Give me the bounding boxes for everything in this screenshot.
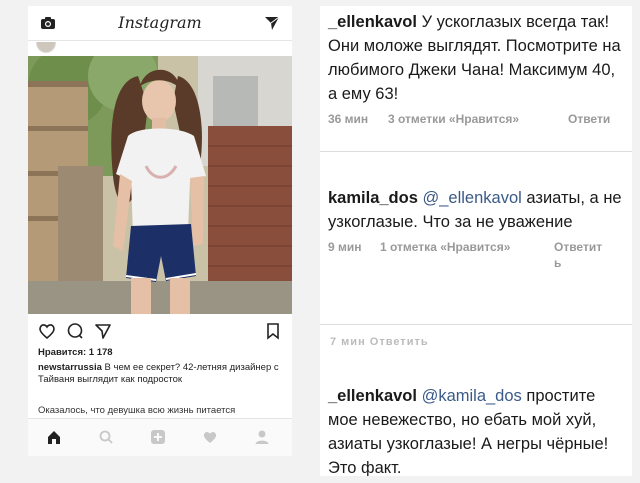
comment-likes[interactable]: 1 отметка «Нравится»	[380, 240, 510, 254]
comment-mention[interactable]: @_ellenkavol	[422, 189, 521, 207]
comment: kamila_dos @_ellenkavol азиаты, а не узк…	[328, 186, 624, 270]
comment-time: 36 мин	[328, 112, 369, 126]
likes-count[interactable]: Нравится: 1 178	[38, 347, 113, 358]
search-icon[interactable]	[98, 429, 114, 445]
instagram-post-screenshot: Instagram Нравится: 1 178 newstarrussia …	[28, 6, 292, 456]
comment-mention[interactable]: @kamila_dos	[422, 387, 522, 405]
comment-text: _ellenkavol У ускоглазых всегда так! Они…	[328, 10, 624, 106]
home-icon[interactable]	[46, 429, 62, 445]
top-bar: Instagram	[28, 6, 292, 41]
comment-meta: 9 мин 1 отметка «Нравится» Ответит ь	[328, 240, 624, 270]
comment: _ellenkavol @kamila_dos простите мое нев…	[328, 384, 624, 476]
comment-text: _ellenkavol @kamila_dos простите мое нев…	[328, 384, 624, 476]
caption-continuation: Оказалось, что девушка всю жизнь питаетс…	[38, 405, 236, 416]
reply-button[interactable]: Ответит	[554, 240, 602, 254]
divider	[320, 324, 632, 325]
comment-username[interactable]: kamila_dos	[328, 189, 418, 207]
heart-icon[interactable]	[38, 322, 56, 340]
comment-username[interactable]: _ellenkavol	[328, 387, 417, 405]
direct-send-icon[interactable]	[264, 15, 280, 31]
comment-likes[interactable]: 3 отметки «Нравится»	[388, 112, 519, 126]
share-icon[interactable]	[94, 322, 112, 340]
add-icon[interactable]	[150, 429, 166, 445]
comments-screenshot: _ellenkavol У ускоглазых всегда так! Они…	[320, 6, 632, 476]
cut-off-meta: 7 мин Ответить	[330, 336, 429, 348]
comment-time: 9 мин	[328, 240, 362, 254]
bottom-navigation	[28, 418, 292, 456]
bookmark-icon[interactable]	[264, 322, 282, 340]
post-photo[interactable]	[28, 56, 292, 314]
post-caption: newstarrussia В чем ее секрет? 42-летняя…	[38, 362, 286, 386]
reply-button-wrap[interactable]: ь	[554, 256, 561, 270]
comment-icon[interactable]	[66, 322, 84, 340]
comment-username[interactable]: _ellenkavol	[328, 13, 417, 31]
profile-icon[interactable]	[254, 429, 270, 445]
comment-text: kamila_dos @_ellenkavol азиаты, а не узк…	[328, 186, 624, 234]
heart-icon[interactable]	[202, 429, 218, 445]
comment-meta: 36 мин 3 отметки «Нравится» Ответи	[328, 112, 624, 130]
divider	[320, 151, 632, 152]
reply-button[interactable]: Ответи	[568, 112, 610, 126]
collage: Instagram Нравится: 1 178 newstarrussia …	[0, 0, 640, 483]
app-logo: Instagram	[118, 13, 202, 32]
caption-username[interactable]: newstarrussia	[38, 362, 102, 373]
post-actions	[28, 320, 292, 342]
comment: _ellenkavol У ускоглазых всегда так! Они…	[328, 10, 624, 130]
avatar[interactable]	[36, 42, 56, 53]
